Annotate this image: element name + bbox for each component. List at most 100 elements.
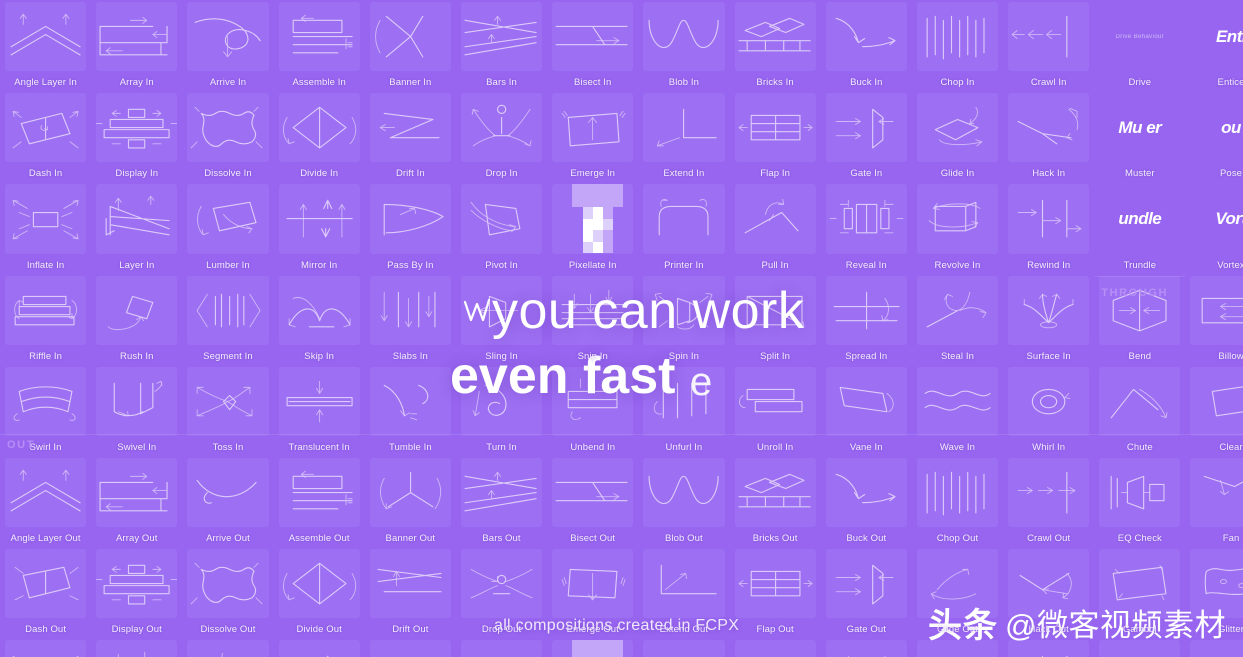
preset-tile[interactable]: Pixellate In <box>547 182 638 273</box>
preset-tile[interactable]: Skip In <box>274 274 365 365</box>
preset-tile[interactable]: Dash Out <box>0 547 91 638</box>
preset-label: Printer In <box>664 259 704 271</box>
preset-tile[interactable]: Snip In <box>547 274 638 365</box>
preset-tile[interactable]: Surface In <box>1003 274 1094 365</box>
preset-tile[interactable]: Array In <box>91 0 182 91</box>
preset-tile[interactable]: Assemble In <box>274 0 365 91</box>
preset-tile[interactable]: Printer Out <box>638 638 729 657</box>
preset-tile[interactable]: Emerge In <box>547 91 638 182</box>
preset-tile[interactable]: Bricks Out <box>730 456 821 547</box>
preset-tile[interactable]: Assemble Out <box>274 456 365 547</box>
preset-tile[interactable]: Inflate In <box>0 182 91 273</box>
preset-tile[interactable]: Layer In <box>91 182 182 273</box>
preset-tile[interactable]: Fan <box>1185 456 1243 547</box>
preset-tile[interactable]: Printer In <box>638 182 729 273</box>
preset-tile[interactable]: Flap Out <box>730 547 821 638</box>
preset-tile[interactable]: Hack In <box>1003 91 1094 182</box>
preset-tile[interactable]: Drift Out <box>365 547 456 638</box>
preset-tile[interactable]: Pull Out <box>730 638 821 657</box>
preset-tile[interactable]: Dissolve Out <box>182 547 273 638</box>
preset-tile[interactable]: Angle Layer Out <box>0 456 91 547</box>
preset-tile[interactable]: Chop In <box>912 0 1003 91</box>
preset-tile[interactable]: EQ Check <box>1094 456 1185 547</box>
preset-tile[interactable]: Pass By Out <box>365 638 456 657</box>
preset-tile[interactable]: Gate Out <box>821 547 912 638</box>
preset-label: Assemble Out <box>288 533 350 545</box>
preset-tile[interactable]: Drop In <box>456 91 547 182</box>
preset-tile[interactable]: Pivot Out <box>456 638 547 657</box>
preset-tile[interactable]: Divide Out <box>274 547 365 638</box>
preset-tile[interactable]: Pivot In <box>456 182 547 273</box>
preset-tile[interactable]: Blob Out <box>638 456 729 547</box>
preset-tile[interactable]: Bisect In <box>547 0 638 91</box>
preset-grid[interactable]: Angle Layer In Array In Arrive In Assemble … <box>0 0 1243 657</box>
preset-tile[interactable]: Emerge Out <box>547 547 638 638</box>
preset-tile[interactable]: Mirror In <box>274 182 365 273</box>
preset-tile[interactable]: Dash In <box>0 91 91 182</box>
preset-tile[interactable]: ou Pose <box>1185 91 1243 182</box>
preset-tile[interactable]: Chop Out <box>912 456 1003 547</box>
preset-tile[interactable]: Rush In <box>91 274 182 365</box>
preset-tile[interactable]: Arrive In <box>182 0 273 91</box>
preset-tile[interactable]: Pull In <box>730 182 821 273</box>
preset-tile[interactable]: Angle Layer In <box>0 0 91 91</box>
crawl-glyph <box>1008 2 1090 72</box>
preset-tile[interactable]: Crawl Out <box>1003 456 1094 547</box>
preset-tile[interactable]: Mu er Muster <box>1094 91 1185 182</box>
preset-label: Crawl Out <box>1027 533 1071 545</box>
preset-tile[interactable]: Buck Out <box>821 456 912 547</box>
preset-tile[interactable]: Segment In <box>182 274 273 365</box>
preset-tile[interactable]: Enti Entice <box>1185 0 1243 91</box>
preset-tile[interactable]: Pixellate Out <box>547 638 638 657</box>
preset-tile[interactable]: Inflate Out <box>0 638 91 657</box>
preset-tile[interactable]: Lumber In <box>182 182 273 273</box>
preset-tile[interactable]: Bend THROUGH <box>1094 274 1186 365</box>
preset-tile[interactable]: Spin In <box>638 274 729 365</box>
preset-tile[interactable]: Sling In <box>456 274 547 365</box>
preset-tile[interactable]: Banner Out <box>365 456 456 547</box>
preset-tile[interactable]: Billow <box>1185 274 1243 365</box>
preset-label: Split In <box>760 350 791 362</box>
preset-tile[interactable]: Gate In <box>821 91 912 182</box>
preset-tile[interactable]: Bars Out <box>456 456 547 547</box>
preset-tile[interactable]: Dissolve In <box>182 91 273 182</box>
preset-tile[interactable]: Layer Out <box>91 638 182 657</box>
preset-tile[interactable]: Array Out <box>91 456 182 547</box>
toss-glyph <box>187 366 269 436</box>
preset-tile[interactable]: Blob In <box>638 0 729 91</box>
preset-tile[interactable]: Display In <box>91 91 182 182</box>
preset-tile[interactable]: Drift In <box>365 91 456 182</box>
preset-tile[interactable]: Reveal In <box>821 182 912 273</box>
preset-tile[interactable]: Vort Vortex <box>1185 182 1243 273</box>
preset-tile[interactable]: Slabs In <box>365 274 456 365</box>
preset-tile[interactable]: Buck In <box>821 0 912 91</box>
preset-tile[interactable]: Banner In <box>365 0 456 91</box>
preset-tile[interactable]: Riffle In <box>0 274 91 365</box>
preset-tile[interactable]: Bisect Out <box>547 456 638 547</box>
preset-tile[interactable]: Extend Out <box>638 547 729 638</box>
preset-tile[interactable]: Pass By In <box>365 182 456 273</box>
preset-tile[interactable]: Split In <box>730 274 821 365</box>
preset-tile[interactable]: Display Out <box>91 547 182 638</box>
pull-glyph <box>734 184 816 254</box>
preset-tile[interactable]: Drop Out <box>456 547 547 638</box>
preset-tile[interactable]: undle Trundle <box>1094 182 1185 273</box>
preset-tile[interactable]: Glide In <box>912 91 1003 182</box>
preset-tile[interactable]: Drive Behaviour Drive <box>1094 0 1185 91</box>
preset-tile[interactable]: Revolve In <box>912 182 1003 273</box>
preset-tile[interactable]: Steal In <box>912 274 1003 365</box>
preset-tile[interactable]: Bricks In <box>730 0 821 91</box>
hack-glyph <box>1008 93 1090 163</box>
preset-tile[interactable]: Reveal Out <box>821 638 912 657</box>
preset-tile[interactable]: Crawl In <box>1003 0 1094 91</box>
preset-tile[interactable]: Rewind In <box>1003 182 1094 273</box>
preset-tile[interactable]: Flap In <box>730 91 821 182</box>
preset-tile[interactable]: Divide In <box>274 91 365 182</box>
preset-tile[interactable]: Arrive Out <box>182 456 273 547</box>
preset-tile[interactable]: Extend In <box>638 91 729 182</box>
preset-tile[interactable]: Lumber Out <box>182 638 273 657</box>
preset-tile[interactable]: Spread In <box>821 274 912 365</box>
preset-tile[interactable]: Mirror Out <box>274 638 365 657</box>
preset-tile[interactable]: Bars In <box>456 0 547 91</box>
preset-label: Spread In <box>845 350 888 362</box>
